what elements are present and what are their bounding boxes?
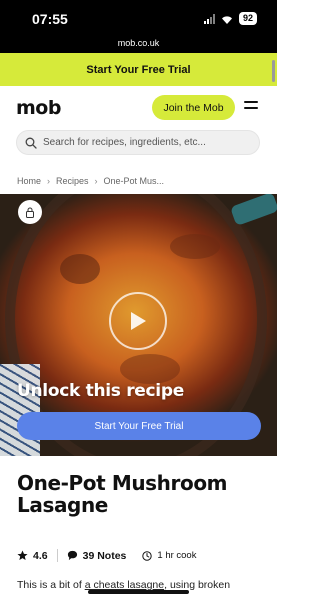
- pan-handle: [229, 194, 277, 227]
- speech-bubble-icon: [67, 550, 77, 561]
- cook-time-value: 1 hr cook: [157, 550, 197, 561]
- battery-icon: 92: [238, 12, 257, 25]
- star-icon: [17, 550, 28, 560]
- meta-divider: [56, 549, 58, 562]
- notes-link[interactable]: 39 Notes: [67, 549, 127, 562]
- chevron-right-icon: ›: [94, 176, 98, 186]
- scrollbar[interactable]: [272, 60, 275, 82]
- recipe-title: One-Pot Mushroom Lasagne: [17, 471, 228, 517]
- search-bar[interactable]: [16, 130, 260, 155]
- lock-icon: [26, 207, 34, 218]
- wifi-icon: [220, 14, 234, 24]
- status-bar: 07:55 92: [0, 0, 277, 36]
- start-trial-button[interactable]: Start Your Free Trial: [17, 412, 261, 440]
- rating[interactable]: 4.6: [17, 550, 48, 562]
- status-icons: 92: [203, 12, 257, 25]
- url-bar[interactable]: mob.co.uk: [0, 36, 277, 53]
- site-header: mob Join the Mob: [0, 86, 277, 128]
- description-text: This is a bit of: [17, 579, 85, 591]
- hamburger-menu-icon[interactable]: [244, 101, 258, 111]
- lock-button[interactable]: [18, 200, 42, 224]
- tea-towel: [0, 364, 40, 456]
- signal-icon: [203, 13, 215, 24]
- breadcrumb-recipes[interactable]: Recipes: [56, 176, 89, 186]
- recipe-meta: 4.6 39 Notes 1 hr cook: [17, 549, 261, 562]
- breadcrumb: Home › Recipes › One-Pot Mus...: [17, 176, 164, 186]
- unlock-heading: Unlock this recipe: [17, 381, 184, 401]
- home-indicator[interactable]: [88, 590, 189, 594]
- play-icon: [131, 312, 146, 330]
- breadcrumb-current: One-Pot Mus...: [103, 176, 165, 186]
- promo-banner[interactable]: Start Your Free Trial: [0, 53, 277, 86]
- notes-count: 39 Notes: [82, 549, 127, 562]
- search-icon: [25, 137, 37, 149]
- search-input[interactable]: [43, 137, 253, 148]
- status-time: 07:55: [32, 11, 68, 27]
- join-button[interactable]: Join the Mob: [152, 95, 235, 120]
- breadcrumb-home[interactable]: Home: [17, 176, 41, 186]
- recipe-hero-image: Unlock this recipe Start Your Free Trial: [0, 194, 277, 456]
- cook-time: 1 hr cook: [142, 550, 196, 561]
- rating-value: 4.6: [33, 549, 48, 562]
- chevron-right-icon: ›: [47, 176, 51, 186]
- mob-logo[interactable]: mob: [16, 97, 61, 119]
- play-video-button[interactable]: [109, 292, 167, 350]
- clock-icon: [142, 550, 153, 561]
